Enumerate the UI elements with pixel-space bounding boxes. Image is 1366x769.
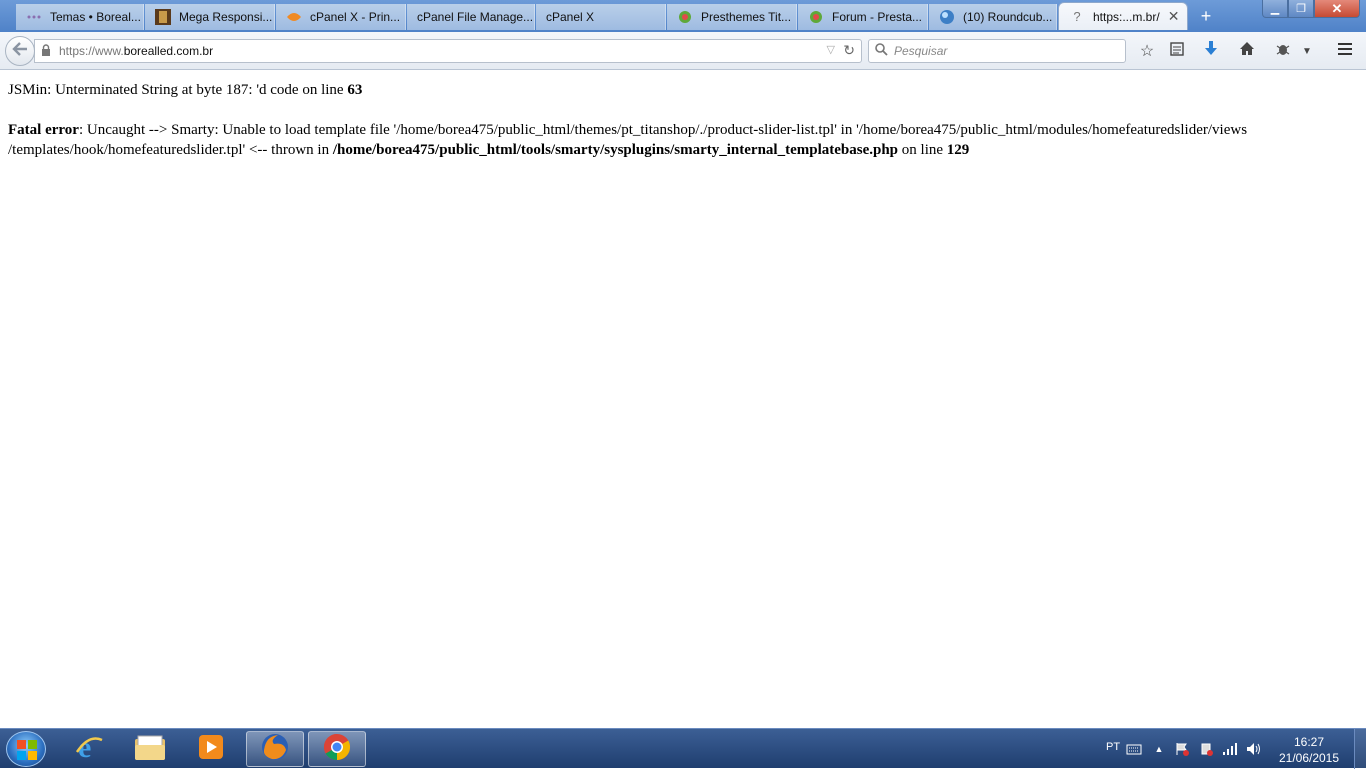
keyboard-icon[interactable]: [1126, 741, 1142, 757]
open-menu-button[interactable]: [1334, 40, 1356, 62]
fatal-error-label: Fatal error: [8, 122, 79, 138]
tab-label: Forum - Presta...: [832, 10, 923, 24]
hamburger-menu-icon: [1337, 42, 1353, 61]
fatal-error-line: 129: [946, 142, 970, 158]
downloads-button[interactable]: [1200, 40, 1222, 62]
url-host: borealled.com.br: [123, 44, 214, 58]
back-button[interactable]: [5, 36, 35, 66]
cpanel-icon: [286, 9, 302, 25]
tab-strip: Temas • Boreal... Mega Responsi... cPane…: [0, 0, 1366, 32]
bookmarks-menu-button[interactable]: [1166, 40, 1188, 62]
taskbar-internet-explorer[interactable]: e: [60, 731, 118, 767]
prestashop-icon: [677, 9, 693, 25]
dots-icon: [26, 9, 42, 25]
jsmin-error-line: 63: [347, 82, 363, 98]
reload-icon[interactable]: ↻: [843, 42, 855, 59]
minimize-button[interactable]: ▁: [1262, 0, 1288, 18]
system-clock[interactable]: 16:27 21/06/2015: [1276, 734, 1342, 766]
addon-dropdown-button[interactable]: ▼: [1298, 40, 1316, 62]
tab-label: https:...m.br/: [1093, 9, 1160, 24]
bookmark-star-button[interactable]: ☆: [1136, 40, 1158, 62]
media-player-icon: [197, 733, 225, 766]
prestashop-icon: [808, 9, 824, 25]
jsmin-error-text: JSMin: Unterminated String at byte 187: …: [8, 82, 348, 98]
jsmin-error-message: JSMin: Unterminated String at byte 187: …: [8, 80, 1358, 100]
restore-icon: ❐: [1296, 3, 1306, 15]
taskbar-media-player[interactable]: [182, 731, 240, 767]
question-icon: ?: [1073, 9, 1081, 24]
tab-presthemes[interactable]: Presthemes Tit...: [667, 4, 797, 30]
tab-temas-boreal[interactable]: Temas • Boreal...: [16, 4, 144, 30]
close-icon: ✕: [1331, 0, 1343, 16]
url-bar[interactable]: https://www.borealled.com.br ▽ ↻: [34, 39, 862, 63]
tab-cpanel-file-manager[interactable]: cPanel File Manage...: [407, 4, 535, 30]
bookmarks-list-icon: [1170, 41, 1184, 61]
tab-forum-prestashop[interactable]: Forum - Presta...: [798, 4, 928, 30]
tab-label: (10) Roundcub...: [963, 10, 1053, 24]
addon-button[interactable]: [1272, 40, 1294, 62]
network-signal-icon[interactable]: [1222, 741, 1238, 757]
fatal-error-mid: on line: [898, 142, 947, 158]
tab-label: Presthemes Tit...: [701, 10, 792, 24]
windows-explorer-icon: [134, 733, 166, 766]
language-indicator[interactable]: PT: [1106, 741, 1120, 753]
safely-remove-hardware-icon[interactable]: [1198, 741, 1214, 757]
lock-icon: [41, 43, 55, 59]
show-desktop-button[interactable]: [1354, 729, 1366, 769]
volume-speaker-icon[interactable]: [1246, 741, 1262, 757]
minimize-icon: ▁: [1270, 3, 1280, 15]
firefox-icon: [260, 732, 290, 767]
chevron-down-icon: ▼: [1302, 45, 1312, 57]
chrome-icon: [322, 732, 352, 767]
back-arrow-icon: [12, 41, 28, 61]
windows-taskbar: e PT ▲ 16:27 21/06/2015: [0, 728, 1366, 769]
search-icon: [875, 43, 888, 59]
windows-logo-icon: [17, 740, 37, 760]
tab-label: Temas • Boreal...: [50, 10, 141, 24]
internet-explorer-icon: e: [74, 731, 104, 767]
roundcube-icon: [939, 9, 955, 25]
home-button[interactable]: [1236, 40, 1258, 62]
tab-close-icon[interactable]: ✕: [1160, 8, 1180, 25]
url-dropdown-icon[interactable]: ▽: [827, 43, 835, 56]
taskbar-chrome[interactable]: [308, 731, 366, 767]
tab-label: cPanel X: [546, 10, 595, 24]
tab-label: cPanel File Manage...: [417, 10, 534, 24]
clock-date: 21/06/2015: [1278, 751, 1340, 765]
start-button[interactable]: [6, 731, 46, 767]
clock-time: 16:27: [1293, 735, 1325, 749]
taskbar-windows-explorer[interactable]: [121, 731, 179, 767]
page-content: JSMin: Unterminated String at byte 187: …: [8, 80, 1358, 180]
search-bar[interactable]: Pesquisar: [868, 39, 1126, 63]
fatal-error-message: Fatal error: Uncaught --> Smarty: Unable…: [8, 120, 1358, 160]
url-text: https://www.borealled.com.br: [59, 44, 213, 58]
tab-cpanel-principal[interactable]: cPanel X - Prin...: [276, 4, 406, 30]
new-tab-button[interactable]: +: [1196, 6, 1216, 26]
addon-bug-icon: [1275, 42, 1291, 61]
action-center-flag-icon[interactable]: [1174, 741, 1190, 757]
image-thumbnail-icon: [155, 9, 171, 25]
search-placeholder: Pesquisar: [894, 44, 948, 58]
home-icon: [1239, 41, 1255, 61]
fatal-error-path: /home/borea475/public_html/tools/smarty/…: [332, 142, 899, 158]
taskbar-firefox[interactable]: [246, 731, 304, 767]
tab-label: cPanel X - Prin...: [310, 10, 401, 24]
tab-label: Mega Responsi...: [179, 10, 273, 24]
download-arrow-icon: [1204, 40, 1218, 62]
tab-active-borealled[interactable]: ? https:...m.br/ ✕: [1058, 2, 1188, 30]
show-hidden-icons-button[interactable]: ▲: [1151, 741, 1167, 757]
tab-cpanel-x[interactable]: cPanel X: [536, 4, 666, 30]
tab-roundcube[interactable]: (10) Roundcub...: [929, 4, 1057, 30]
plus-icon: +: [1200, 6, 1212, 26]
tab-mega-responsive[interactable]: Mega Responsi...: [145, 4, 275, 30]
star-icon: ☆: [1139, 43, 1155, 60]
close-window-button[interactable]: ✕: [1314, 0, 1360, 18]
restore-button[interactable]: ❐: [1288, 0, 1314, 18]
url-scheme: https://www.: [59, 44, 124, 58]
navigation-toolbar: https://www.borealled.com.br ▽ ↻ Pesquis…: [0, 32, 1366, 70]
